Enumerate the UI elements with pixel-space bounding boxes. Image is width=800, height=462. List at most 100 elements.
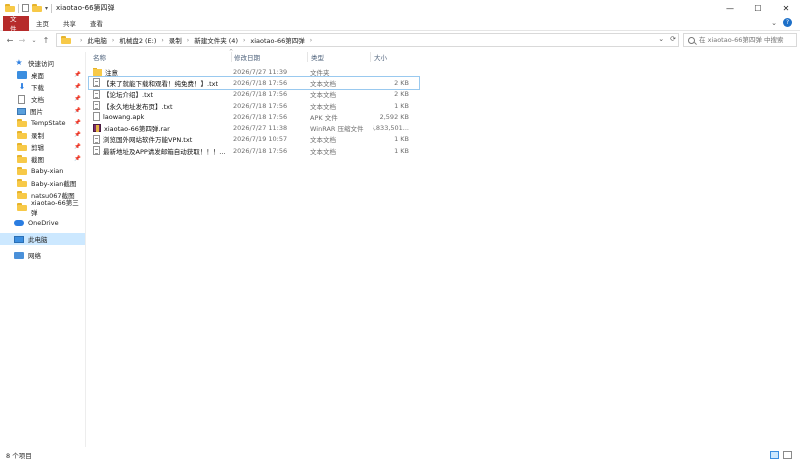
network-icon	[14, 251, 24, 259]
sidebar-item-screenshots[interactable]: 截图 📌	[0, 153, 85, 165]
file-type: 文本文档	[310, 102, 336, 111]
file-date: 2026/7/18 17:56	[233, 101, 288, 110]
file-row[interactable]: xiaotao-66第四弹.rar 2026/7/27 11:38 WinRAR…	[89, 122, 419, 133]
breadcrumb-drive-e[interactable]: 机械盘2 (E:)	[119, 35, 156, 45]
sidebar-item-label: 图片	[30, 108, 43, 116]
sidebar-item-label: Baby-xian	[31, 167, 64, 175]
cloud-icon	[14, 220, 24, 226]
file-name: 注意	[105, 68, 118, 77]
large-icons-view-icon[interactable]	[783, 451, 792, 459]
tab-file[interactable]: 文件	[3, 15, 29, 33]
document-icon	[18, 94, 25, 104]
file-row[interactable]: laowang.apk 2026/7/18 17:56 APK 文件 2,592…	[89, 111, 419, 122]
recent-locations-button[interactable]: ⌄	[28, 33, 40, 47]
pin-icon: 📌	[74, 156, 81, 162]
file-name: 【论坛介绍】.txt	[103, 91, 154, 100]
properties-icon[interactable]	[22, 4, 29, 12]
sidebar-item-label: 截图	[31, 156, 44, 164]
file-size: 2,592 KB	[379, 112, 409, 121]
sidebar-item-label: TempState	[31, 119, 66, 127]
details-view-icon[interactable]	[770, 451, 779, 459]
sidebar-item-desktop[interactable]: 桌面 📌	[0, 69, 85, 81]
chevron-right-icon[interactable]: ›	[243, 37, 245, 44]
breadcrumb-current-folder[interactable]: xiaotao-66第四弹	[250, 35, 304, 45]
search-icon	[688, 36, 695, 44]
up-button[interactable]: ↑	[40, 33, 52, 47]
apk-file-icon	[93, 112, 100, 122]
sidebar-item-baby-xian[interactable]: Baby-xian	[0, 165, 85, 177]
file-row[interactable]: 浏览国外网站软件万能VPN.txt 2026/7/19 10:57 文本文档 1…	[89, 134, 419, 145]
pin-icon: 📌	[74, 120, 81, 126]
file-row[interactable]: 最新地址及APP请发邮箱自动获取！！！... 2026/7/18 17:56 文…	[89, 145, 419, 156]
sidebar-item-tempstate[interactable]: TempState 📌	[0, 117, 85, 129]
file-row[interactable]: 【永久地址发布页】.txt 2026/7/18 17:56 文本文档 1 KB	[89, 100, 419, 111]
file-row[interactable]: 注意 2026/7/27 11:39 文件夹	[89, 66, 419, 77]
text-file-icon	[93, 101, 100, 111]
pin-icon: 📌	[74, 84, 81, 90]
tab-view[interactable]: 查看	[83, 16, 110, 31]
maximize-button[interactable]: ☐	[744, 0, 772, 16]
address-history-dropdown[interactable]: ⌄	[658, 35, 664, 43]
sidebar-item-baby-xian-screenshots[interactable]: Baby-xian截图	[0, 177, 85, 189]
search-box[interactable]	[683, 33, 797, 47]
text-file-icon	[93, 78, 100, 88]
sidebar-item-network[interactable]: 网络	[0, 249, 85, 261]
help-icon[interactable]: ?	[783, 18, 792, 27]
sidebar-item-onedrive[interactable]: OneDrive	[0, 217, 85, 229]
sidebar-item-label: 快速访问	[28, 60, 54, 68]
file-name: 最新地址及APP请发邮箱自动获取！！！...	[103, 147, 226, 156]
breadcrumb-new-folder-4[interactable]: 新建文件夹 (4)	[194, 35, 238, 45]
column-header-type[interactable]: 类型	[307, 50, 370, 64]
tab-share[interactable]: 共享	[56, 16, 83, 31]
sidebar-item-label: Baby-xian截图	[31, 180, 77, 188]
sidebar-item-downloads[interactable]: ⬇ 下载 📌	[0, 81, 85, 93]
sidebar-item-quick-access[interactable]: ★ 快速访问	[0, 57, 85, 69]
file-row[interactable]: 【来了就能下载和观看！纯免费！】.txt 2026/7/18 17:56 文本文…	[88, 76, 420, 90]
breadcrumb-this-pc[interactable]: 此电脑	[87, 35, 107, 45]
divider	[18, 3, 19, 13]
file-name: 【来了就能下载和观看！纯免费！】.txt	[103, 79, 219, 88]
pin-icon: 📌	[74, 108, 81, 114]
sidebar-item-this-pc[interactable]: 此电脑	[0, 233, 85, 245]
tab-home[interactable]: 主页	[29, 16, 56, 31]
pin-icon: 📌	[74, 132, 81, 138]
column-header-name[interactable]: 名称	[89, 50, 231, 64]
text-file-icon	[93, 134, 100, 144]
breadcrumb-recordings[interactable]: 录制	[169, 35, 182, 45]
column-header-date[interactable]: 修改日期	[230, 50, 307, 64]
navigation-bar: ← → ⌄ ↑ › 此电脑 › 机械盘2 (E:) › 录制 › 新建文件夹 (…	[0, 31, 800, 49]
file-type: 文本文档	[310, 136, 336, 145]
address-bar[interactable]: › 此电脑 › 机械盘2 (E:) › 录制 › 新建文件夹 (4) › xia…	[56, 33, 679, 47]
refresh-icon[interactable]: ⟳	[670, 35, 676, 43]
file-size: 1 KB	[394, 146, 409, 155]
folder-icon	[17, 179, 27, 187]
file-list: 注意 2026/7/27 11:39 文件夹 【来了就能下载和观看！纯免费！】.…	[88, 66, 420, 156]
minimize-button[interactable]: —	[716, 0, 744, 16]
chevron-right-icon[interactable]: ›	[187, 37, 189, 44]
folder-icon	[17, 191, 27, 199]
new-folder-icon[interactable]	[32, 4, 42, 12]
sidebar-item-pictures[interactable]: 图片 📌	[0, 105, 85, 117]
file-row[interactable]: 【论坛介绍】.txt 2026/7/18 17:56 文本文档 2 KB	[89, 89, 419, 100]
chevron-right-icon[interactable]: ›	[112, 37, 114, 44]
sidebar-item-xiaotao-66-third[interactable]: xiaotao-66第三弹	[0, 199, 85, 217]
sidebar-item-clips[interactable]: 剪辑 📌	[0, 141, 85, 153]
sidebar-item-label: 此电脑	[28, 236, 48, 244]
chevron-right-icon[interactable]: ›	[310, 37, 312, 44]
forward-button[interactable]: →	[16, 33, 28, 47]
column-header-size[interactable]: 大小	[370, 50, 415, 64]
close-button[interactable]: ✕	[772, 0, 800, 16]
search-input[interactable]	[699, 36, 794, 44]
customize-toolbar-icon[interactable]: ▾	[45, 5, 48, 12]
chevron-right-icon[interactable]: ›	[80, 37, 82, 44]
sidebar-item-recordings[interactable]: 录制 📌	[0, 129, 85, 141]
file-type: 文本文档	[310, 79, 336, 88]
chevron-right-icon[interactable]: ›	[161, 37, 163, 44]
file-date: 2026/7/18 17:56	[233, 90, 288, 99]
file-type: WinRAR 压缩文件	[310, 125, 364, 134]
expand-ribbon-icon[interactable]: ⌄	[771, 19, 777, 27]
pin-icon: 📌	[74, 144, 81, 150]
sidebar-item-documents[interactable]: 文档 📌	[0, 93, 85, 105]
text-file-icon	[93, 146, 100, 156]
back-button[interactable]: ←	[4, 33, 16, 47]
